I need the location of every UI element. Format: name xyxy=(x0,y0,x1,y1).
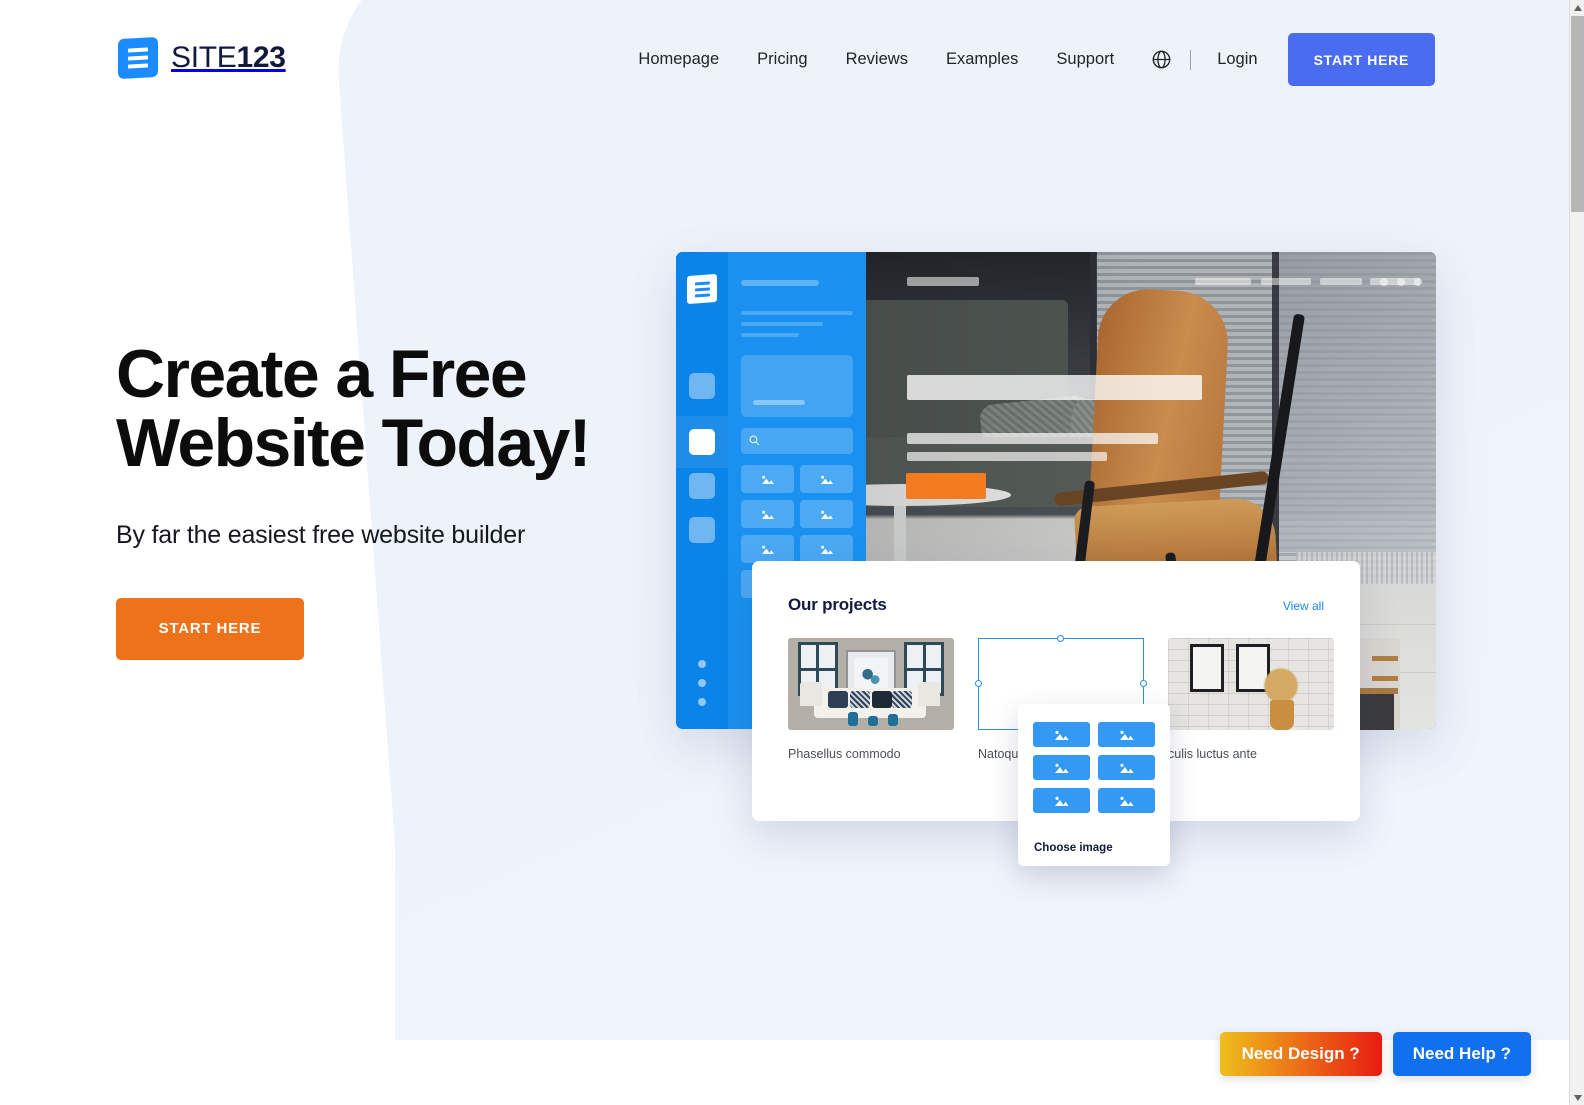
nav-item-examples[interactable]: Examples xyxy=(927,50,1037,69)
hero-start-here-button[interactable]: START HERE xyxy=(116,597,304,660)
brand-name-bold: 123 xyxy=(236,41,286,74)
project-item[interactable]: culis luctus ante xyxy=(1168,638,1334,761)
panel-image-tile[interactable] xyxy=(741,535,794,563)
panel-text-line-3 xyxy=(741,333,799,337)
site-logo-placeholder xyxy=(907,277,979,286)
scroll-up-arrow-icon[interactable] xyxy=(1570,0,1584,15)
panel-text-line-1 xyxy=(741,311,853,315)
choose-image-label: Choose image xyxy=(1034,842,1113,854)
resize-handle-right[interactable] xyxy=(1140,680,1147,687)
project-thumbnail[interactable] xyxy=(788,638,954,730)
floating-help-buttons: Need Design ? Need Help ? xyxy=(1219,1032,1531,1076)
orange-cta-placeholder[interactable] xyxy=(906,473,986,499)
search-icon xyxy=(749,435,760,446)
project-thumbnail[interactable] xyxy=(1168,638,1334,730)
editor-nav-item-4[interactable] xyxy=(689,517,715,543)
main-navigation: Homepage Pricing Reviews Examples Suppor… xyxy=(619,32,1435,87)
editor-nav-item-3[interactable] xyxy=(689,473,715,499)
project-item[interactable]: Phasellus commodo xyxy=(788,638,954,761)
mockup-editor-sidebar xyxy=(676,252,728,729)
mockup-hero-line-1 xyxy=(907,375,1202,400)
projects-card-header: Our projects View all xyxy=(788,595,1324,615)
project-caption: Phasellus commodo xyxy=(788,747,901,761)
project-caption: culis luctus ante xyxy=(1168,747,1257,761)
project-thumbnail-partial xyxy=(1360,638,1400,730)
hero-section: Create a Free Website Today! By far the … xyxy=(116,339,591,660)
editor-nav-item-2[interactable] xyxy=(689,429,715,455)
mockup-hero-line-2 xyxy=(907,433,1158,444)
page-root: SITE123 Homepage Pricing Reviews Example… xyxy=(0,0,1584,1105)
scroll-down-arrow-icon[interactable] xyxy=(1570,1090,1584,1105)
choose-image-tile[interactable] xyxy=(1098,788,1155,813)
choose-image-tile[interactable] xyxy=(1033,755,1090,780)
choose-image-popup: Choose image xyxy=(1018,704,1170,866)
view-all-link[interactable]: View all xyxy=(1283,599,1324,613)
browser-scrollbar[interactable] xyxy=(1569,0,1584,1105)
hero-title-line-2: Website Today! xyxy=(116,405,591,482)
choose-image-tile[interactable] xyxy=(1098,755,1155,780)
panel-image-tile[interactable] xyxy=(741,500,794,528)
panel-text-line-2 xyxy=(741,322,823,326)
panel-search-field[interactable] xyxy=(741,428,853,454)
panel-image-tile[interactable] xyxy=(800,535,853,563)
choose-image-grid xyxy=(1033,722,1155,813)
hero-title-line-1: Create a Free xyxy=(116,336,528,412)
globe-icon[interactable] xyxy=(1151,49,1172,70)
nav-divider xyxy=(1190,49,1192,70)
choose-image-tile[interactable] xyxy=(1098,722,1155,747)
header-start-here-button[interactable]: START HERE xyxy=(1287,33,1435,86)
mockup-nav-placeholder-3 xyxy=(1320,278,1362,285)
site123-logo-icon xyxy=(118,36,158,80)
resize-handle-left[interactable] xyxy=(975,680,982,687)
more-dots-icon[interactable] xyxy=(698,660,706,717)
mockup-nav-placeholder-1 xyxy=(1195,278,1251,285)
nav-item-support[interactable]: Support xyxy=(1037,50,1133,69)
editor-logo-icon xyxy=(687,273,717,305)
choose-image-tile[interactable] xyxy=(1033,722,1090,747)
panel-image-tile[interactable] xyxy=(741,465,794,493)
nav-item-pricing[interactable]: Pricing xyxy=(738,50,826,69)
hero-title: Create a Free Website Today! xyxy=(116,339,591,482)
panel-image-tile[interactable] xyxy=(800,500,853,528)
nav-item-reviews[interactable]: Reviews xyxy=(827,50,927,69)
panel-heading-placeholder xyxy=(741,280,819,286)
hero-subtitle: By far the easiest free website builder xyxy=(116,520,526,549)
nav-item-homepage[interactable]: Homepage xyxy=(619,50,738,69)
resize-handle-top[interactable] xyxy=(1057,635,1064,642)
panel-preview-card[interactable] xyxy=(741,355,853,417)
scroll-thumb[interactable] xyxy=(1571,16,1584,212)
login-link[interactable]: Login xyxy=(1199,50,1275,69)
need-design-button[interactable]: Need Design ? xyxy=(1219,1032,1382,1076)
brand-name-regular: SITE xyxy=(171,41,237,74)
projects-card-title: Our projects xyxy=(788,595,887,614)
three-dots-icon xyxy=(1380,278,1422,286)
brand-name: SITE123 xyxy=(171,41,286,75)
editor-nav-item-1[interactable] xyxy=(689,373,715,399)
panel-image-tile[interactable] xyxy=(800,465,853,493)
mockup-nav-placeholder-2 xyxy=(1261,278,1311,285)
mockup-hero-line-3 xyxy=(907,452,1107,461)
site-header: SITE123 Homepage Pricing Reviews Example… xyxy=(0,0,1569,120)
need-help-button[interactable]: Need Help ? xyxy=(1392,1032,1531,1076)
brand-logo[interactable]: SITE123 xyxy=(118,36,286,80)
choose-image-tile[interactable] xyxy=(1033,788,1090,813)
